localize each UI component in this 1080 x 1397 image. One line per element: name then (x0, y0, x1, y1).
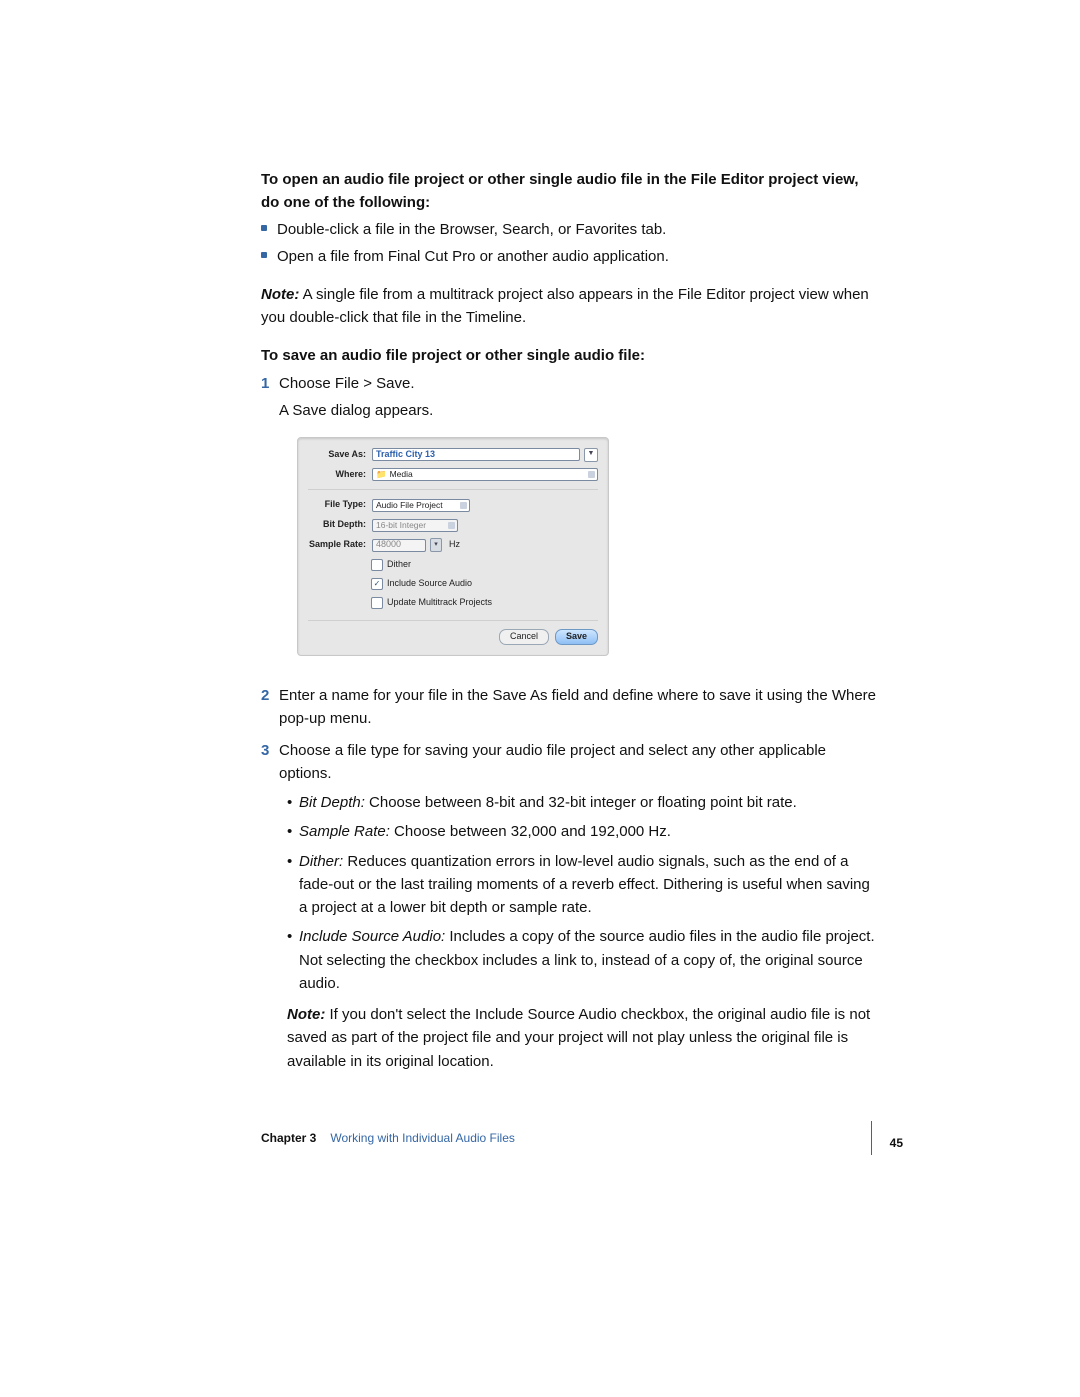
bullet-item: Double-click a file in the Browser, Sear… (261, 218, 881, 241)
page-content: To open an audio file project or other s… (261, 169, 881, 1081)
sample-rate-label: Sample Rate: (308, 538, 368, 552)
file-type-label: File Type: (308, 498, 368, 512)
file-type-select[interactable]: Audio File Project (372, 499, 470, 512)
option-text: Reduces quantization errors in low-level… (299, 853, 870, 917)
option-item: Bit Depth: Choose between 8-bit and 32-b… (287, 791, 881, 814)
step-text: Enter a name for your file in the Save A… (279, 687, 876, 727)
bit-depth-select[interactable]: 16-bit Integer (372, 519, 458, 532)
option-text: Choose between 8-bit and 32-bit integer … (365, 794, 797, 811)
sample-rate-input[interactable]: 48000 (372, 539, 426, 552)
bullet-item: Open a file from Final Cut Pro or anothe… (261, 245, 881, 268)
note-block: Note: A single file from a multitrack pr… (261, 283, 881, 330)
step-2: Enter a name for your file in the Save A… (261, 684, 881, 731)
note-text: If you don't select the Include Source A… (287, 1006, 870, 1070)
step-3: Choose a file type for saving your audio… (261, 739, 881, 1073)
save-as-input[interactable]: Traffic City 13 (372, 448, 580, 461)
step-text: Choose File > Save. (279, 375, 415, 392)
option-label: Sample Rate: (299, 823, 390, 840)
step-1: Choose File > Save. A Save dialog appear… (261, 372, 881, 656)
disclosure-button[interactable]: ▼ (584, 448, 598, 462)
save-dialog: Save As: Traffic City 13 ▼ Where: 📁Media… (297, 437, 609, 657)
cancel-button[interactable]: Cancel (499, 629, 549, 645)
save-dialog-screenshot: Save As: Traffic City 13 ▼ Where: 📁Media… (297, 437, 881, 657)
sample-rate-stepper[interactable]: ▾ (430, 538, 442, 552)
options-list: Bit Depth: Choose between 8-bit and 32-b… (287, 791, 881, 995)
note-label: Note: (287, 1006, 325, 1023)
dither-label: Dither (387, 558, 411, 572)
save-steps: Choose File > Save. A Save dialog appear… (261, 372, 881, 1073)
page-footer: Chapter 3 Working with Individual Audio … (261, 1131, 901, 1145)
where-label: Where: (308, 468, 368, 482)
option-item: Dither: Reduces quantization errors in l… (287, 850, 881, 920)
step-sub: A Save dialog appears. (279, 399, 881, 422)
option-note: Note: If you don't select the Include So… (279, 1003, 881, 1073)
save-heading: To save an audio file project or other s… (261, 347, 881, 364)
chapter-number: Chapter 3 (261, 1131, 316, 1145)
option-item: Include Source Audio: Includes a copy of… (287, 925, 881, 995)
chapter-title: Working with Individual Audio Files (330, 1131, 515, 1145)
update-multitrack-checkbox[interactable] (371, 597, 383, 609)
footer-separator (871, 1121, 872, 1155)
hz-label: Hz (449, 538, 460, 552)
option-text: Choose between 32,000 and 192,000 Hz. (390, 823, 671, 840)
save-as-label: Save As: (308, 448, 368, 462)
option-item: Sample Rate: Choose between 32,000 and 1… (287, 820, 881, 843)
dither-checkbox[interactable] (371, 559, 383, 571)
include-source-label: Include Source Audio (387, 577, 472, 591)
step-text: Choose a file type for saving your audio… (279, 742, 826, 782)
section-heading: To open an audio file project or other s… (261, 169, 881, 214)
update-multitrack-label: Update Multitrack Projects (387, 596, 492, 610)
where-select[interactable]: 📁Media (372, 468, 598, 481)
include-source-checkbox[interactable]: ✓ (371, 578, 383, 590)
option-label: Include Source Audio: (299, 928, 445, 945)
bit-depth-label: Bit Depth: (308, 518, 368, 532)
option-label: Bit Depth: (299, 794, 365, 811)
note-text: A single file from a multitrack project … (261, 286, 869, 326)
option-label: Dither: (299, 853, 343, 870)
page-number: 45 (890, 1136, 903, 1150)
open-file-bullets: Double-click a file in the Browser, Sear… (261, 218, 881, 269)
save-button[interactable]: Save (555, 629, 598, 645)
note-label: Note: (261, 286, 299, 303)
